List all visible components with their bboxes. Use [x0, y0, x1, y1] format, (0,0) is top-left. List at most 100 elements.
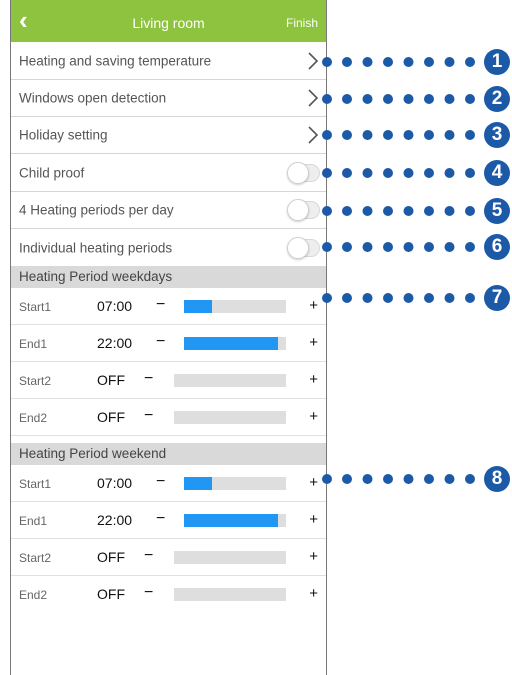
- increase-button[interactable]: +: [309, 512, 318, 528]
- callout-7: 7: [322, 285, 512, 311]
- leader-dot: [383, 242, 393, 252]
- leader-dot: [424, 293, 434, 303]
- increase-button[interactable]: +: [309, 475, 318, 491]
- period-time: 07:00: [97, 298, 133, 314]
- callout-3: 3: [322, 122, 512, 148]
- leader-dot: [362, 206, 373, 216]
- leader-dot: [403, 242, 414, 252]
- leader-dot: [465, 130, 475, 140]
- leader-dot: [465, 168, 475, 178]
- decrease-button[interactable]: −: [144, 585, 153, 601]
- decrease-button[interactable]: −: [156, 297, 165, 313]
- increase-button[interactable]: +: [309, 549, 318, 565]
- period-row-weekday-start1: Start1 07:00 − +: [11, 288, 326, 325]
- decrease-button[interactable]: −: [156, 474, 165, 490]
- callout-dot: [322, 57, 332, 67]
- leader-dot: [342, 293, 352, 303]
- leader-dot: [444, 474, 455, 484]
- leader-dot: [342, 168, 352, 178]
- period-time: 07:00: [97, 475, 133, 491]
- callout-4: 4: [322, 160, 512, 186]
- increase-button[interactable]: +: [309, 586, 318, 602]
- leader-dot: [383, 94, 393, 104]
- leader-dot: [424, 242, 434, 252]
- setting-heating-saving-temperature[interactable]: Heating and saving temperature: [11, 42, 326, 80]
- leader-dot: [424, 206, 434, 216]
- leader-dot: [362, 94, 373, 104]
- leader-dot: [383, 130, 393, 140]
- callout-1: 1: [322, 49, 512, 75]
- callout-dot: [322, 130, 332, 140]
- callout-5: 5: [322, 198, 512, 224]
- period-slider[interactable]: [184, 337, 286, 350]
- decrease-button[interactable]: −: [144, 408, 153, 424]
- leader-dot: [403, 293, 414, 303]
- period-time: OFF: [97, 409, 125, 425]
- period-row-weekend-start1: Start1 07:00 − +: [11, 465, 326, 502]
- period-slider[interactable]: [184, 300, 286, 313]
- period-row-weekday-start2: Start2 OFF − +: [11, 362, 326, 399]
- increase-button[interactable]: +: [309, 335, 318, 351]
- setting-label: Holiday setting: [19, 127, 108, 143]
- period-slider[interactable]: [174, 374, 286, 387]
- leader-dot: [465, 293, 475, 303]
- child-proof-toggle[interactable]: [287, 161, 320, 184]
- callout-badge: 1: [484, 49, 510, 75]
- leader-dot: [444, 130, 455, 140]
- increase-button[interactable]: +: [309, 409, 318, 425]
- period-label: End2: [19, 588, 48, 602]
- page-title: Living room: [132, 15, 205, 31]
- leader-dot: [383, 57, 393, 67]
- period-time: OFF: [97, 586, 125, 602]
- toggle-knob: [287, 199, 309, 221]
- callout-badge: 3: [484, 122, 510, 148]
- leader-dot: [362, 242, 373, 252]
- leader-dot: [383, 293, 393, 303]
- leader-dot: [424, 474, 434, 484]
- toggle-knob: [287, 161, 309, 184]
- decrease-button[interactable]: −: [144, 371, 153, 387]
- leader-dot: [424, 130, 434, 140]
- callout-badge: 6: [484, 234, 510, 260]
- chevron-right-icon[interactable]: [306, 88, 320, 108]
- leader-dot: [342, 94, 352, 104]
- period-label: Start1: [19, 477, 52, 491]
- period-slider[interactable]: [174, 411, 286, 424]
- section-header-weekdays: Heating Period weekdays: [11, 266, 326, 288]
- dotted-leader-line: [342, 94, 475, 104]
- period-slider[interactable]: [184, 514, 286, 527]
- period-slider[interactable]: [174, 588, 286, 601]
- leader-dot: [465, 242, 475, 252]
- leader-dot: [444, 57, 455, 67]
- section-title: Heating Period weekdays: [19, 269, 173, 284]
- individual-periods-toggle[interactable]: [287, 236, 320, 259]
- increase-button[interactable]: +: [309, 298, 318, 314]
- leader-dot: [403, 474, 414, 484]
- dotted-leader-line: [342, 57, 475, 67]
- callout-badge: 5: [484, 198, 510, 224]
- heating-periods-toggle[interactable]: [287, 199, 320, 221]
- period-label: Start2: [19, 551, 52, 565]
- increase-button[interactable]: +: [309, 372, 318, 388]
- leader-dot: [424, 94, 434, 104]
- decrease-button[interactable]: −: [156, 511, 165, 527]
- period-label: Start2: [19, 374, 52, 388]
- finish-button[interactable]: Finish: [286, 16, 318, 30]
- callout-2: 2: [322, 86, 512, 112]
- callout-6: 6: [322, 234, 512, 260]
- callout-dot: [322, 293, 332, 303]
- setting-individual-heating-periods: Individual heating periods: [11, 229, 326, 266]
- setting-windows-open-detection[interactable]: Windows open detection: [11, 80, 326, 117]
- chevron-right-icon[interactable]: [306, 51, 320, 71]
- decrease-button[interactable]: −: [144, 548, 153, 564]
- dotted-leader-line: [342, 474, 475, 484]
- callout-dot: [322, 168, 332, 178]
- setting-holiday[interactable]: Holiday setting: [11, 117, 326, 154]
- chevron-right-icon[interactable]: [306, 125, 320, 145]
- period-slider[interactable]: [174, 551, 286, 564]
- decrease-button[interactable]: −: [156, 334, 165, 350]
- callout-dot: [322, 206, 332, 216]
- period-slider[interactable]: [184, 477, 286, 490]
- callout-badge: 8: [484, 466, 510, 492]
- slider-fill: [184, 300, 212, 313]
